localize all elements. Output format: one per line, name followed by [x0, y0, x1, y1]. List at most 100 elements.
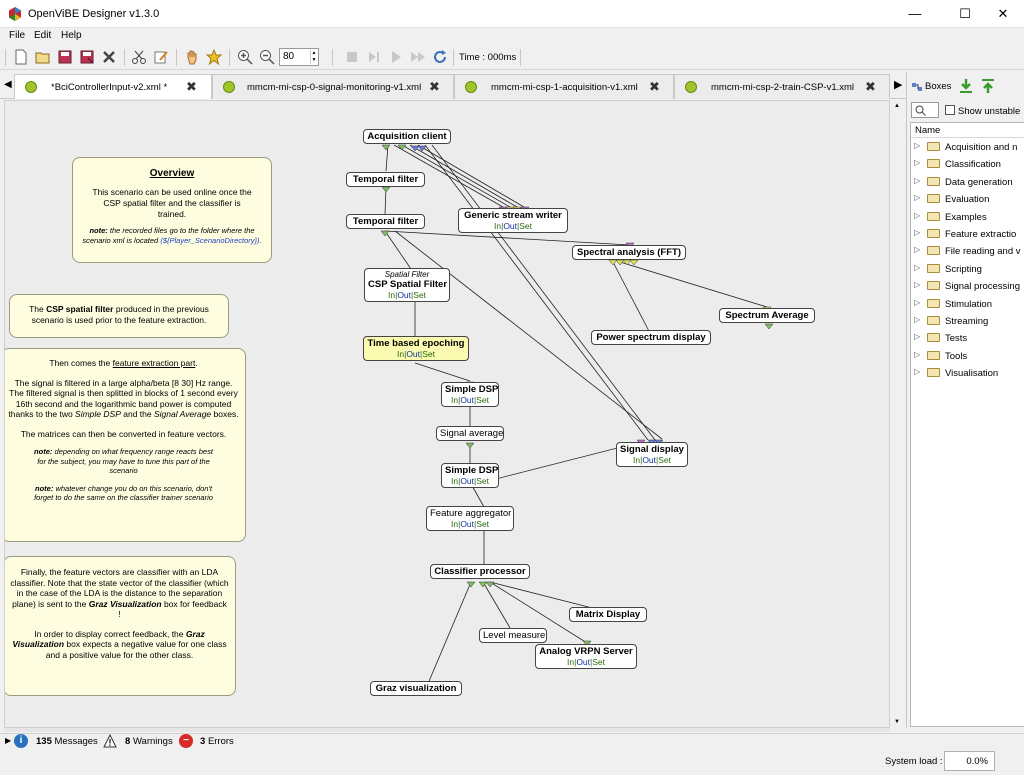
expand-arrow-icon[interactable]: ▷	[914, 193, 920, 202]
box-category[interactable]: ▷ Tests	[911, 329, 1024, 346]
box-category[interactable]: ▷ Data generation	[911, 173, 1024, 190]
expand-arrow-icon[interactable]: ▷	[914, 228, 920, 237]
box-category[interactable]: ▷ Feature extractio	[911, 225, 1024, 242]
error-icon[interactable]: −	[179, 734, 193, 748]
box-feature-aggregator[interactable]: Feature aggregator In|Out|Set	[426, 506, 514, 531]
checkbox-square[interactable]	[945, 105, 955, 115]
box-matrix-display[interactable]: Matrix Display	[569, 607, 647, 622]
box-signal-display[interactable]: Signal display In|Out|Set	[616, 442, 688, 467]
stop-icon[interactable]	[344, 49, 360, 65]
boxes-search-input[interactable]	[911, 102, 939, 118]
note-overview[interactable]: Overview This scenario can be used onlin…	[72, 157, 272, 263]
open-folder-icon[interactable]	[35, 49, 51, 65]
menu-edit[interactable]: Edit	[34, 30, 51, 41]
box-signal-average[interactable]: Signal average	[436, 426, 504, 441]
box-generic-stream-writer[interactable]: Generic stream writer In|Out|Set	[458, 208, 568, 233]
expand-arrow-icon[interactable]: ▷	[914, 176, 920, 185]
box-category[interactable]: ▷ Classification	[911, 155, 1024, 172]
scroll-up-icon[interactable]: ▲	[894, 103, 900, 109]
expand-arrow-icon[interactable]: ▷	[914, 211, 920, 220]
box-graz-visualization[interactable]: Graz visualization	[370, 681, 462, 696]
tabs-scroll-right-icon[interactable]: ▶	[894, 78, 902, 91]
tab-bcicontrollerinput[interactable]: *BciControllerInput-v2.xml * ✖	[14, 74, 212, 99]
box-simple-dsp-1[interactable]: Simple DSP In|Out|Set	[441, 382, 499, 407]
new-file-icon[interactable]	[13, 49, 29, 65]
expand-arrow-icon[interactable]: ▷	[914, 298, 920, 307]
note-csp[interactable]: The CSP spatial filter produced in the p…	[9, 294, 229, 338]
menu-file[interactable]: File	[9, 30, 25, 41]
zoom-spinner[interactable]: ▲ ▼	[310, 50, 317, 64]
tab-signal-monitoring[interactable]: mmcm-mi-csp-0-signal-monitoring-v1.xml ✖	[212, 74, 454, 99]
step-icon[interactable]	[366, 49, 382, 65]
expand-arrow-icon[interactable]: ▷	[914, 245, 920, 254]
tab-train-csp[interactable]: mmcm-mi-csp-2-train-CSP-v1.xml ✖	[674, 74, 890, 99]
expand-arrow-icon[interactable]: ▷	[914, 263, 920, 272]
box-category[interactable]: ▷ Signal processing	[911, 277, 1024, 294]
save-as-icon[interactable]	[79, 49, 95, 65]
box-analog-vrpn-server[interactable]: Analog VRPN Server In|Out|Set	[535, 644, 637, 669]
box-category[interactable]: ▷ Tools	[911, 347, 1024, 364]
expand-arrow-icon[interactable]: ▷	[914, 158, 920, 167]
box-level-measure[interactable]: Level measure	[479, 628, 547, 643]
expand-arrow-icon[interactable]: ▷	[914, 141, 920, 150]
expand-arrow-icon[interactable]: ▷	[914, 315, 920, 324]
star-icon[interactable]	[206, 49, 222, 65]
menu-help[interactable]: Help	[61, 30, 82, 41]
box-spectral-analysis[interactable]: Spectral analysis (FFT)	[572, 245, 686, 260]
tabs-scroll-left-icon[interactable]: ◀	[4, 79, 12, 90]
scenario-canvas[interactable]: Overview This scenario can be used onlin…	[4, 100, 890, 728]
box-category[interactable]: ▷ Acquisition and n	[911, 138, 1024, 155]
box-category[interactable]: ▷ Stimulation	[911, 295, 1024, 312]
console-expander-icon[interactable]: ▶	[5, 736, 11, 745]
warning-icon[interactable]	[103, 734, 117, 748]
play-icon[interactable]	[388, 49, 404, 65]
expand-arrow-icon[interactable]: ▷	[914, 280, 920, 289]
close-scenario-icon[interactable]	[101, 49, 117, 65]
expand-arrow-icon[interactable]: ▷	[914, 367, 920, 376]
box-spectrum-average[interactable]: Spectrum Average	[719, 308, 815, 323]
info-icon[interactable]: i	[14, 734, 28, 748]
box-time-based-epoching[interactable]: Time based epoching In|Out|Set	[363, 336, 469, 361]
zoom-in-icon[interactable]	[237, 49, 253, 65]
drag-hand-icon[interactable]	[184, 49, 200, 65]
tab-close-icon[interactable]: ✖	[429, 79, 440, 95]
box-category[interactable]: ▷ Examples	[911, 208, 1024, 225]
fast-forward-icon[interactable]	[410, 49, 426, 65]
close-window-button[interactable]: ✕	[980, 0, 1024, 28]
expand-arrow-icon[interactable]: ▷	[914, 350, 920, 359]
box-category[interactable]: ▷ Streaming	[911, 312, 1024, 329]
tab-acquisition[interactable]: mmcm-mi-csp-1-acquisition-v1.xml ✖	[454, 74, 674, 99]
box-category[interactable]: ▷ Evaluation	[911, 190, 1024, 207]
expand-all-icon[interactable]	[959, 78, 973, 94]
boxes-tree-column-header[interactable]: Name	[911, 123, 1024, 138]
box-power-spectrum-display[interactable]: Power spectrum display	[591, 330, 711, 345]
edit-comment-icon[interactable]	[153, 49, 169, 65]
box-temporal-filter-1[interactable]: Temporal filter	[346, 172, 425, 187]
note-features[interactable]: Then comes the feature extraction part. …	[5, 348, 246, 542]
tab-close-icon[interactable]: ✖	[865, 79, 876, 95]
canvas-vertical-scrollbar[interactable]: ▲ ▼	[890, 100, 904, 728]
cut-icon[interactable]	[131, 49, 147, 65]
note-classifier[interactable]: Finally, the feature vectors are classif…	[5, 556, 236, 696]
box-acquisition-client[interactable]: Acquisition client	[363, 129, 451, 144]
box-temporal-filter-2[interactable]: Temporal filter	[346, 214, 425, 229]
box-category[interactable]: ▷ File reading and v	[911, 242, 1024, 259]
canvas-horizontal-scrollbar[interactable]	[4, 728, 890, 732]
save-icon[interactable]	[57, 49, 73, 65]
box-category[interactable]: ▷ Scripting	[911, 260, 1024, 277]
zoom-out-icon[interactable]	[259, 49, 275, 65]
minimize-button[interactable]: —	[892, 0, 938, 28]
collapse-all-icon[interactable]	[981, 78, 995, 94]
box-classifier-processor[interactable]: Classifier processor	[430, 564, 530, 579]
box-category[interactable]: ▷ Visualisation	[911, 364, 1024, 381]
scroll-down-icon[interactable]: ▼	[894, 719, 900, 725]
box-simple-dsp-2[interactable]: Simple DSP In|Out|Set	[441, 463, 499, 488]
expand-arrow-icon[interactable]: ▷	[914, 332, 920, 341]
tab-close-icon[interactable]: ✖	[649, 79, 660, 95]
box-csp-spatial-filter[interactable]: Spatial Filter CSP Spatial Filter In|Out|S…	[364, 268, 450, 302]
tab-close-icon[interactable]: ✖	[186, 79, 197, 95]
refresh-icon[interactable]	[432, 49, 448, 65]
zoom-level-input[interactable]: 80 ▲ ▼	[279, 48, 319, 66]
box-title: Temporal filter	[352, 174, 419, 185]
show-unstable-checkbox[interactable]: Show unstable	[945, 105, 1020, 117]
